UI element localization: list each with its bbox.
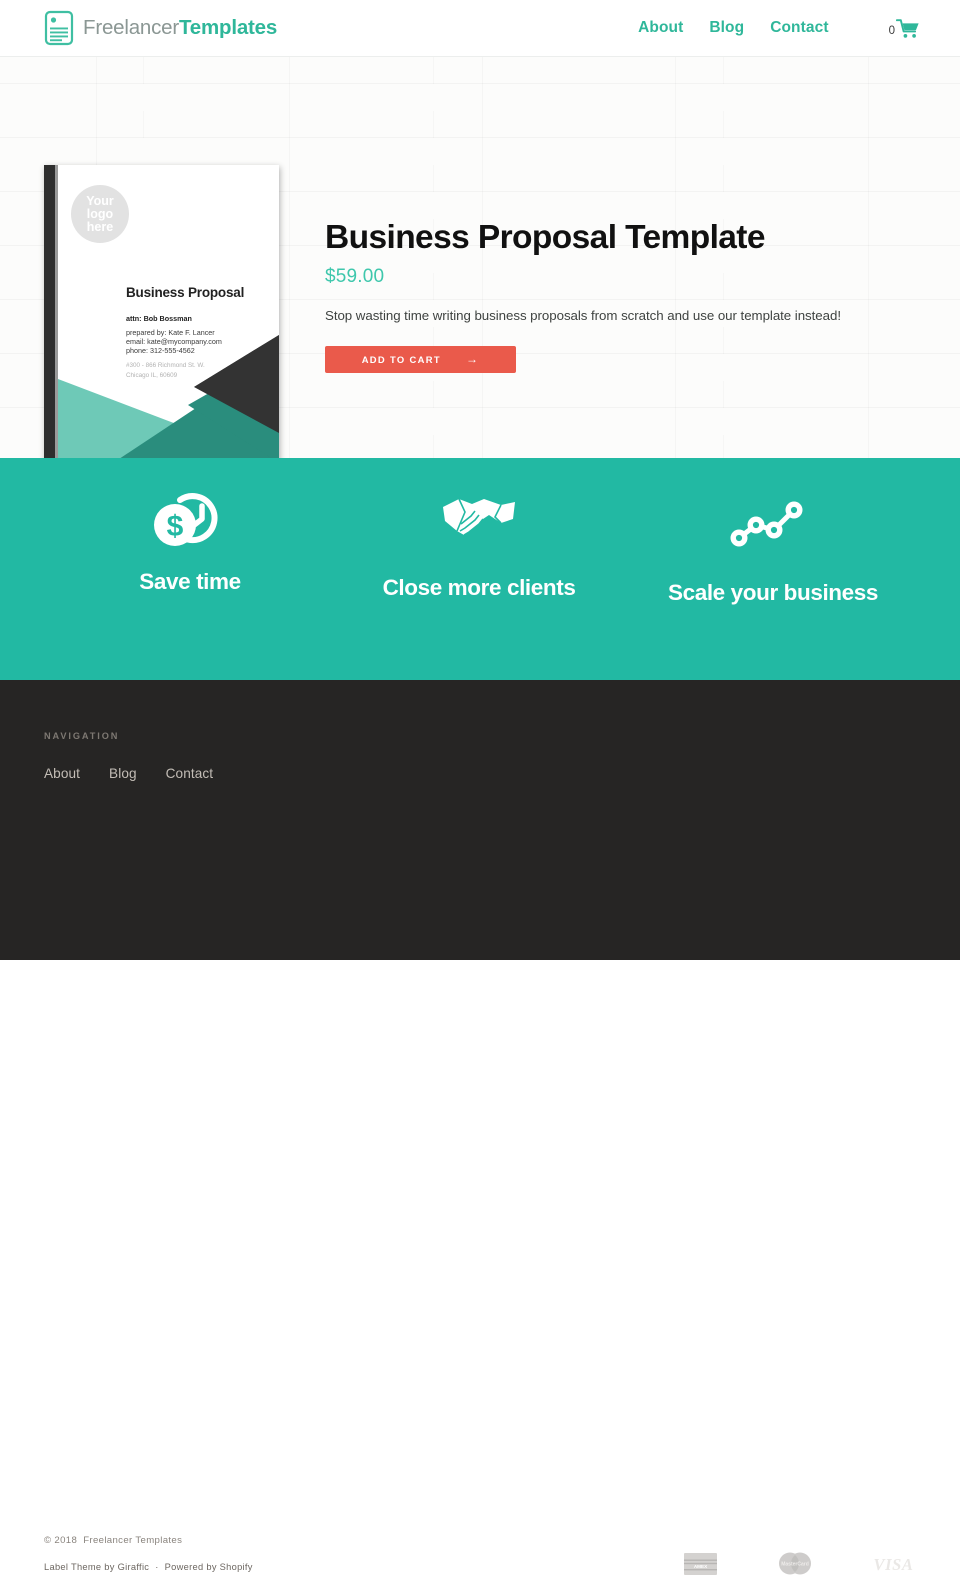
credit-separator: · bbox=[155, 1562, 159, 1572]
shopping-cart-icon bbox=[896, 18, 919, 38]
features-section: $ Save time Close more clients Scale you… bbox=[0, 458, 960, 680]
feature-label: Close more clients bbox=[382, 575, 576, 600]
product-price: $59.00 bbox=[325, 265, 385, 287]
document-address-line1: #300 - 866 Richmond St. W. bbox=[126, 362, 205, 369]
document-address-block: #300 - 866 Richmond St. W. Chicago IL, 6… bbox=[126, 361, 205, 381]
copyright-name: Freelancer Templates bbox=[83, 1535, 183, 1546]
nav-item-blog[interactable]: Blog bbox=[709, 19, 744, 37]
site-header: FreelancerTemplates About Blog Contact 0 bbox=[0, 0, 960, 57]
feature-scale-your-business: Scale your business bbox=[668, 500, 878, 605]
cart-count: 0 bbox=[888, 25, 895, 37]
logo-text: FreelancerTemplates bbox=[83, 15, 278, 39]
document-phone: phone: 312-555-4562 bbox=[126, 346, 195, 356]
document-contact-block: prepared by: Kate F. Lancer email: kate@… bbox=[126, 328, 222, 356]
copyright-year: © 2018 bbox=[44, 1535, 78, 1546]
site-footer: NAVIGATION About Blog Contact © 2018 Free… bbox=[0, 680, 960, 1575]
document-spine bbox=[44, 165, 58, 458]
main-navigation: About Blog Contact 0 bbox=[638, 18, 920, 39]
add-to-cart-button[interactable]: ADD TO CART → bbox=[325, 346, 516, 374]
svg-text:VISA: VISA bbox=[873, 1556, 913, 1572]
product-description: Stop wasting time writing business propo… bbox=[325, 307, 841, 323]
copyright-notice: © 2018 Freelancer Templates bbox=[44, 1535, 182, 1546]
site-logo[interactable]: FreelancerTemplates bbox=[44, 10, 277, 46]
svg-text:AMEX: AMEX bbox=[694, 1564, 708, 1569]
footer-link-about[interactable]: About bbox=[44, 766, 80, 781]
feature-close-more-clients: Close more clients bbox=[379, 493, 579, 600]
american-express-icon: AMEX bbox=[684, 1552, 717, 1575]
growth-chart-icon bbox=[730, 501, 803, 547]
svg-text:$: $ bbox=[167, 510, 184, 543]
logo-placeholder-line3: here bbox=[86, 219, 114, 234]
add-to-cart-label: ADD TO CART bbox=[361, 354, 441, 366]
product-details: Business Proposal Template $59.00 Stop w… bbox=[325, 57, 925, 374]
platform-credit-link[interactable]: Powered by Shopify bbox=[165, 1562, 253, 1572]
footer-link-contact[interactable]: Contact bbox=[166, 766, 214, 781]
feature-label: Save time bbox=[139, 569, 241, 594]
visa-icon: VISA bbox=[873, 1556, 913, 1572]
money-clock-icon: $ bbox=[154, 493, 218, 546]
document-icon bbox=[44, 10, 74, 46]
cart-button[interactable]: 0 bbox=[889, 18, 920, 39]
footer-credits: Label Theme by Giraffic · Powered by Shopi… bbox=[44, 1562, 253, 1572]
logo-text-part1: Freelancer bbox=[83, 15, 179, 39]
nav-item-about[interactable]: About bbox=[638, 19, 683, 37]
handshake-icon bbox=[443, 498, 515, 536]
payment-methods: AMEX MasterCard VISA bbox=[684, 1552, 914, 1575]
document-email: email: kate@mycompany.com bbox=[126, 337, 222, 347]
logo-placeholder: Your logo here bbox=[71, 185, 129, 243]
logo-placeholder-line1: Your bbox=[86, 193, 114, 208]
feature-save-time: $ Save time bbox=[90, 486, 290, 594]
page-title: Business Proposal Template bbox=[325, 219, 765, 256]
svg-text:MasterCard: MasterCard bbox=[781, 1562, 809, 1568]
footer-nav-heading: NAVIGATION bbox=[44, 731, 120, 741]
footer-link-blog[interactable]: Blog bbox=[109, 766, 137, 781]
logo-placeholder-line2: logo bbox=[86, 206, 114, 221]
mastercard-icon: MasterCard bbox=[779, 1552, 811, 1575]
product-hero-section: Your logo here Business Proposal attn: B… bbox=[0, 57, 960, 458]
document-title: Business Proposal bbox=[126, 285, 245, 300]
nav-item-contact[interactable]: Contact bbox=[770, 19, 828, 37]
document-prepared-by: prepared by: Kate F. Lancer bbox=[126, 328, 215, 337]
product-image[interactable]: Your logo here Business Proposal attn: B… bbox=[44, 165, 279, 458]
footer-navigation: About Blog Contact bbox=[44, 766, 213, 781]
logo-text-part2: Templates bbox=[179, 15, 278, 39]
document-address-line2: Chicago IL, 60609 bbox=[126, 372, 178, 379]
arrow-right-icon: → bbox=[465, 352, 480, 367]
theme-credit-link[interactable]: Label Theme by Giraffic bbox=[44, 1562, 149, 1572]
document-attn: attn: Bob Bossman bbox=[126, 314, 192, 323]
feature-label: Scale your business bbox=[668, 580, 878, 605]
